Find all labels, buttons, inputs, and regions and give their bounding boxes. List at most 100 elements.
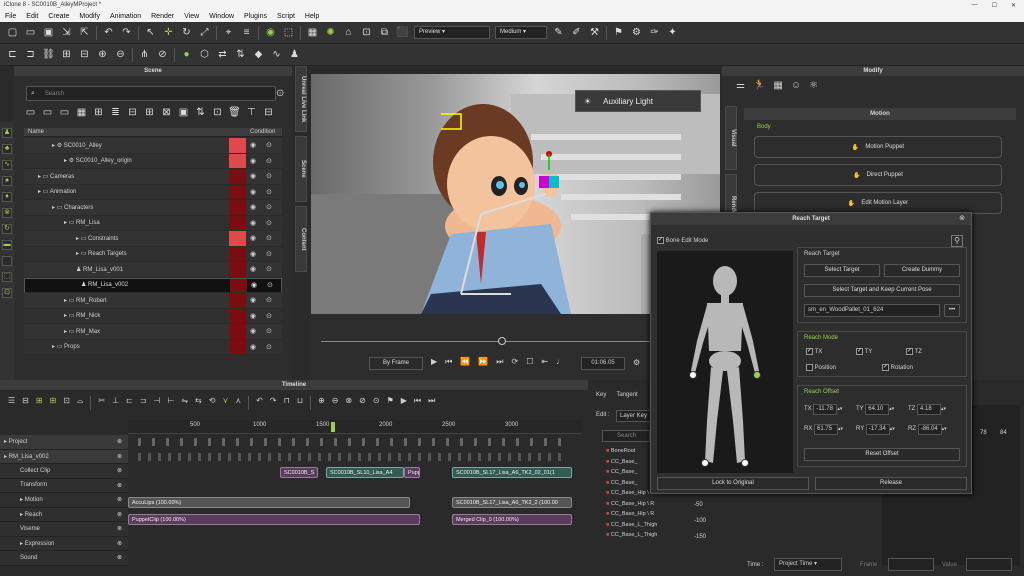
bake-icon[interactable]: ⇅ [234,48,247,61]
folder-icon[interactable]: ▭ [24,106,37,119]
sample-icon[interactable]: ⋎ [222,396,228,410]
motion-puppet-button[interactable]: ✋ Motion Puppet [754,136,1002,158]
spinner-icon[interactable]: ▴▾ [941,407,947,412]
magnet-icon[interactable]: ⊓ [284,396,290,410]
by-frame-button[interactable]: By Frame [369,357,423,370]
play-icon[interactable]: ▶ [401,396,407,410]
frame-icon[interactable]: ⊡ [360,26,373,39]
auxiliary-light-label[interactable]: ☀ Auxiliary Light [575,90,701,112]
key-filter-icon[interactable]: ⊞ [36,396,43,410]
lock-icon[interactable]: ⊙ [266,265,272,273]
next-icon[interactable]: ⏭ [428,396,435,410]
playback-slider-handle[interactable] [498,337,506,345]
puppet-icon[interactable]: ♟ [288,48,301,61]
quality-select[interactable]: Medium ▾ [495,26,547,39]
playhead[interactable] [331,422,335,432]
glasses-icon[interactable]: ⌓ [77,396,83,410]
maximize-icon[interactable]: ☐ [992,2,997,9]
browse-target-button[interactable]: ••• [944,304,960,317]
time-mode-select[interactable]: Project Time ▾ [774,558,842,571]
bone-list-item[interactable]: ■ CC_Base_L_Thigh [606,532,676,543]
spinner-icon[interactable]: ▴▾ [838,427,844,432]
track-options-icon[interactable]: ⊗ [117,511,122,518]
lock-icon[interactable]: ⊙ [267,280,273,291]
minimize-icon[interactable]: — [972,2,978,9]
list-icon[interactable]: ☰ [8,396,15,410]
align-icon[interactable]: ≡ [240,26,253,39]
offset-value-field[interactable]: 61.75 [814,424,839,435]
settings-icon[interactable]: ⚙ [633,358,640,367]
visibility-icon[interactable]: ◉ [250,250,256,258]
tree-icon[interactable]: ⊞ [92,106,105,119]
move-icon[interactable]: ✛ [162,26,175,39]
curve-icon[interactable]: ∿ [270,48,283,61]
sliders-icon[interactable]: ⚌ [736,80,745,91]
wand-icon[interactable]: ✦ [666,26,679,39]
motion-clip-1[interactable]: SC0010B_S [280,467,318,478]
tab-unreal-live-link[interactable]: Unreal Live Link [295,66,307,132]
hierarchy-icon[interactable]: ⋔ [138,48,151,61]
track-options-icon[interactable]: ⊗ [117,453,122,460]
snap-icon[interactable]: ⌖ [222,26,235,39]
scene-row[interactable]: ▸ ▭ Constraints ◉ ⊙ [24,231,282,247]
position-checkbox[interactable]: Position [806,364,836,371]
pin-icon[interactable]: ✎ [552,26,565,39]
visibility-icon[interactable]: ◉ [250,203,256,211]
paint-icon[interactable]: ✐ [570,26,583,39]
loop-icon[interactable]: ⟳ [512,357,519,367]
lock-icon[interactable]: ⊙ [266,172,272,180]
spinner-icon[interactable]: ▴▾ [942,427,948,432]
prev-icon[interactable]: ⏮ [414,396,421,410]
pin-icon[interactable]: ⊤ [245,106,258,119]
settings-icon[interactable]: ⊡ [211,106,224,119]
fit-icon[interactable]: ⊗ [345,396,352,410]
filter-icon[interactable]: ⊠ [160,106,173,119]
record-icon[interactable]: ● [180,48,193,61]
align-center-icon[interactable]: ⊐ [24,48,37,61]
visibility-icon[interactable]: ◉ [250,188,256,196]
flatten-icon[interactable]: ⋏ [235,396,241,410]
lock-icon[interactable]: ⊙ [266,327,272,335]
undo-key-icon[interactable]: ↶ [256,396,263,410]
group-icon[interactable]: ⊞ [60,48,73,61]
save-icon[interactable]: ▣ [42,26,55,39]
sort-icon[interactable]: ⇅ [194,106,207,119]
select-keep-pose-button[interactable]: Select Target and Keep Current Pose [804,284,960,297]
menu-item-window[interactable]: Window [209,13,234,20]
motion-icon[interactable]: ⚙ [630,26,643,39]
scene-row[interactable]: ▸ ▭ Cameras ◉ ⊙ [24,169,282,185]
morph-icon[interactable]: ♦ [2,192,12,202]
target-name-field[interactable]: sm_en_WoodPallet_01_624 [804,304,940,317]
lock-icon[interactable]: ⊙ [266,141,272,149]
timeline-track-header[interactable]: ▸ Reach ⊗ [0,507,128,522]
grid-icon[interactable]: ▦ [306,26,319,39]
visibility-icon[interactable]: ◉ [250,157,256,165]
key-icon[interactable]: ◆ [252,48,265,61]
box-icon[interactable]: ⬛ [396,26,409,39]
ungroup-icon[interactable]: ⊟ [78,48,91,61]
timeline-track-header[interactable]: ▸ Project ⊗ [0,435,128,450]
select-box-icon[interactable]: ⬚ [2,272,12,282]
track-options-icon[interactable]: ⊗ [117,496,122,503]
cut-icon[interactable]: ✂ [98,396,105,410]
remove-icon[interactable]: ⊣ [153,396,160,410]
list-icon[interactable]: ≣ [109,106,122,119]
hide-icon[interactable]: ⊟ [262,106,275,119]
stop-icon[interactable]: ☐ [526,357,533,367]
prev-key-icon[interactable]: ⏪ [460,357,470,367]
scene-row[interactable]: ▸ ▭ Animation ◉ ⊙ [24,184,282,200]
menu-item-help[interactable]: Help [305,13,319,20]
timeline-track-header[interactable]: ▸ Expression ⊗ [0,536,128,551]
visibility-icon[interactable]: ◉ [251,280,257,291]
timeline-track-header[interactable]: Sound ⊗ [0,551,128,566]
flag-icon[interactable]: ⚑ [387,396,394,410]
direct-puppet-button[interactable]: ✋ Direct Puppet [754,164,1002,186]
bone-list-item[interactable]: ■ CC_Base_Hip \ R [606,511,676,522]
scene-row[interactable]: ▸ ▭ RM_Robert ◉ ⊙ [24,293,282,309]
timeline-track-header[interactable]: ▸ RM_Lisa_v002 ⊗ [0,449,128,464]
track-options-icon[interactable]: ⊗ [117,540,122,547]
play-icon[interactable]: ▶ [431,357,437,367]
offset-value-field[interactable]: -11.78 [813,404,838,415]
motion-path-icon[interactable]: ⬡ [198,48,211,61]
preview-select[interactable]: Preview ▾ [414,26,490,39]
